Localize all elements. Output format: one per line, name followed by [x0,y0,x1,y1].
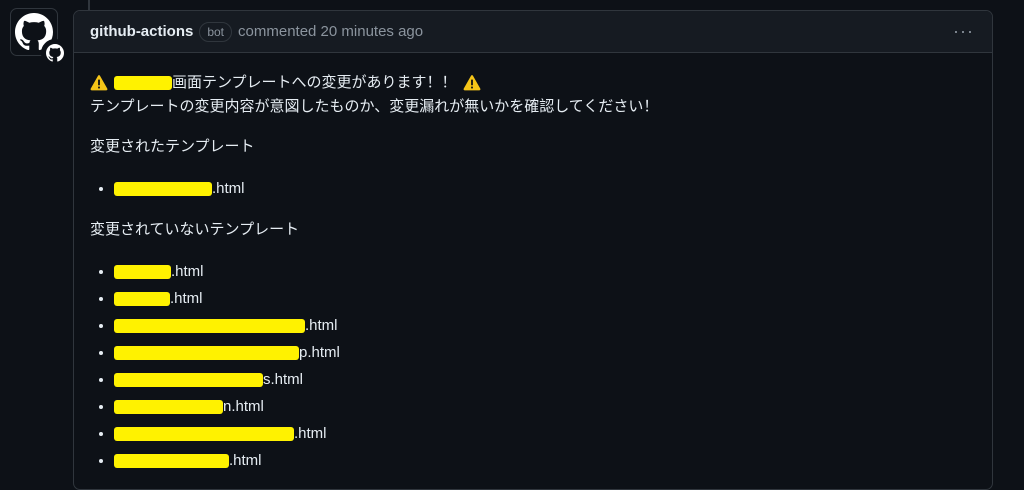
redacted-text [114,76,172,90]
unchanged-heading: 変更されていないテンプレート [90,221,300,238]
unchanged-list: .html .html .html p.html s.html n.html .… [90,258,976,474]
list-item: .html [114,420,976,447]
list-item-text: .html [171,263,204,280]
more-options-button[interactable]: ··· [953,22,974,40]
list-item-text: p.html [299,344,340,361]
list-item-text: .html [305,317,338,334]
comment-header: github-actions bot commented 20 minutes … [74,11,992,53]
redacted-text [114,427,294,442]
comment-box: github-actions bot commented 20 minutes … [73,10,993,490]
heading-text: 画面テンプレートへの変更があります！！ [172,74,457,91]
timeline-connector [88,0,90,10]
bot-badge: bot [199,21,233,42]
list-item-text: .html [294,425,327,442]
comment-timestamp[interactable]: commented 20 minutes ago [238,23,423,40]
subtext: テンプレートの変更内容が意図したものか、変更漏れが無いかを確認してください！ [90,98,659,115]
list-item-text: .html [212,180,245,197]
list-item: n.html [114,393,976,420]
redacted-text [114,400,223,415]
redacted-text [114,373,263,388]
changed-list: .html [90,175,976,202]
list-item: .html [114,447,976,474]
list-item: .html [114,258,976,285]
list-item: .html [114,175,976,202]
list-item-text: .html [229,452,262,469]
list-item-text: .html [170,290,203,307]
list-item-text: n.html [223,398,264,415]
author-link[interactable]: github-actions [90,23,193,40]
redacted-text [114,319,305,334]
list-item: .html [114,312,976,339]
github-app-badge [41,39,69,67]
redacted-text [114,265,171,280]
list-item: s.html [114,366,976,393]
redacted-text [114,346,299,361]
warning-icon [90,75,108,91]
changed-heading: 変更されたテンプレート [90,138,255,155]
list-item: .html [114,285,976,312]
comment-heading-line: 画面テンプレートへの変更があります！！ [90,71,976,95]
comment-body: 画面テンプレートへの変更があります！！ テンプレートの変更内容が意図したものか、… [74,53,992,474]
redacted-text [114,292,170,307]
list-item-text: s.html [263,371,304,388]
github-mark-icon [46,44,64,62]
avatar[interactable] [10,8,69,67]
warning-icon [463,75,481,91]
redacted-text [114,454,229,469]
list-item: p.html [114,339,976,366]
redacted-text [114,182,212,197]
